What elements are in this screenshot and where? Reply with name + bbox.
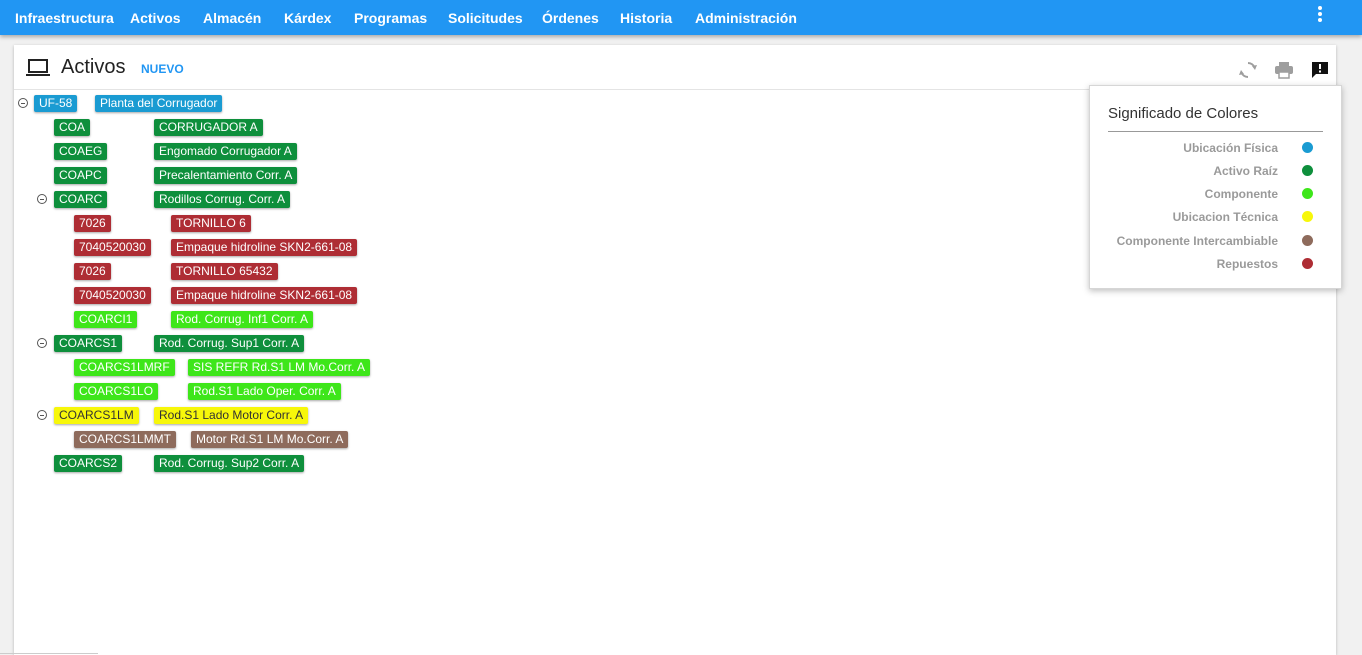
tree-node-code[interactable]: COARCS1LO: [74, 383, 159, 400]
tree-node-name[interactable]: Engomado Corrugador A: [154, 143, 297, 160]
tree-node-code[interactable]: COAEG: [54, 143, 108, 160]
tree-node-name[interactable]: Rod.S1 Lado Motor Corr. A: [154, 407, 309, 424]
legend-label: Ubicacion Técnica: [1172, 210, 1278, 224]
nav-kardex[interactable]: Kárdex: [284, 10, 331, 26]
legend-label: Componente Intercambiable: [1116, 234, 1278, 248]
page-title: Activos: [61, 56, 126, 78]
nav-ordenes[interactable]: Órdenes: [542, 10, 599, 26]
tree-node-code[interactable]: COA: [54, 119, 91, 136]
color-dot-icon: [1302, 165, 1313, 176]
tree-node-name[interactable]: Motor Rd.S1 LM Mo.Corr. A: [191, 431, 349, 448]
color-dot-icon: [1302, 235, 1313, 246]
divider: [0, 653, 98, 654]
tree-node-code[interactable]: COARCI1: [74, 311, 138, 328]
legend-item: Componente: [1090, 185, 1343, 201]
tree-node-name[interactable]: TORNILLO 6: [171, 215, 251, 232]
legend-label: Ubicación Física: [1183, 141, 1278, 155]
legend-label: Activo Raíz: [1213, 164, 1278, 178]
color-dot-icon: [1302, 258, 1313, 269]
collapse-icon[interactable]: [37, 410, 47, 420]
tree-node-code[interactable]: 7026: [74, 263, 111, 280]
tree-node-name[interactable]: Rodillos Corrug. Corr. A: [154, 191, 291, 208]
card-header: Activos NUEVO: [14, 45, 1336, 90]
legend-title: Significado de Colores: [1108, 105, 1259, 122]
new-button[interactable]: NUEVO: [141, 62, 184, 76]
tree-node-name[interactable]: Precalentamiento Corr. A: [154, 167, 298, 184]
tree-node-name[interactable]: CORRUGADOR A: [154, 119, 263, 136]
color-dot-icon: [1302, 188, 1313, 199]
tree-node-name[interactable]: Planta del Corrugador: [95, 95, 223, 112]
nav-infraestructura[interactable]: Infraestructura: [15, 10, 114, 26]
nav-solicitudes[interactable]: Solicitudes: [448, 10, 523, 26]
tree-node-code[interactable]: COARCS2: [54, 455, 123, 472]
legend-item: Componente Intercambiable: [1090, 232, 1343, 248]
nav-programas[interactable]: Programas: [354, 10, 427, 26]
divider: [1108, 131, 1323, 132]
legend-item: Ubicacion Técnica: [1090, 208, 1343, 224]
collapse-icon[interactable]: [37, 338, 47, 348]
feedback-icon[interactable]: [1309, 60, 1331, 80]
tree-node-code[interactable]: COARCS1LMRF: [74, 359, 175, 376]
tree-node-name[interactable]: Empaque hidroline SKN2-661-08: [171, 287, 358, 304]
laptop-icon: [26, 59, 50, 76]
collapse-icon[interactable]: [37, 194, 47, 204]
legend-label: Repuestos: [1216, 257, 1278, 271]
legend-item: Activo Raíz: [1090, 162, 1343, 178]
tree-node-code[interactable]: UF-58: [34, 95, 78, 112]
tree-node-name[interactable]: Rod. Corrug. Sup2 Corr. A: [154, 455, 305, 472]
color-legend-panel: Significado de Colores Ubicación Física …: [1089, 85, 1342, 289]
tree-node-code[interactable]: COARCS1LMMT: [74, 431, 177, 448]
nav-historia[interactable]: Historia: [620, 10, 672, 26]
tree-node-code[interactable]: 7040520030: [74, 239, 151, 256]
nav-almacen[interactable]: Almacén: [203, 10, 261, 26]
tree-node-code[interactable]: 7026: [74, 215, 111, 232]
print-icon[interactable]: [1273, 60, 1295, 80]
tree-node-name[interactable]: SIS REFR Rd.S1 LM Mo.Corr. A: [188, 359, 371, 376]
legend-item: Ubicación Física: [1090, 139, 1343, 155]
tree-node-code[interactable]: COARC: [54, 191, 108, 208]
tree-node-name[interactable]: Rod. Corrug. Sup1 Corr. A: [154, 335, 305, 352]
tree-node-name[interactable]: Rod. Corrug. Inf1 Corr. A: [171, 311, 314, 328]
collapse-icon[interactable]: [18, 98, 28, 108]
legend-item: Repuestos: [1090, 255, 1343, 271]
tree-node-name[interactable]: Empaque hidroline SKN2-661-08: [171, 239, 358, 256]
refresh-icon[interactable]: [1237, 60, 1259, 80]
color-dot-icon: [1302, 211, 1313, 222]
color-dot-icon: [1302, 142, 1313, 153]
tree-node-code[interactable]: COARCS1: [54, 335, 123, 352]
vertical-dots-icon[interactable]: [1314, 6, 1326, 26]
nav-activos[interactable]: Activos: [130, 10, 181, 26]
tree-node-name[interactable]: TORNILLO 65432: [171, 263, 278, 280]
legend-label: Componente: [1204, 187, 1278, 201]
tree-node-code[interactable]: COAPC: [54, 167, 107, 184]
nav-administracion[interactable]: Administración: [695, 10, 797, 26]
top-navbar: Infraestructura Activos Almacén Kárdex P…: [0, 0, 1362, 35]
tree-node-code[interactable]: COARCS1LM: [54, 407, 139, 424]
tree-node-name[interactable]: Rod.S1 Lado Oper. Corr. A: [188, 383, 341, 400]
tree-node-code[interactable]: 7040520030: [74, 287, 151, 304]
